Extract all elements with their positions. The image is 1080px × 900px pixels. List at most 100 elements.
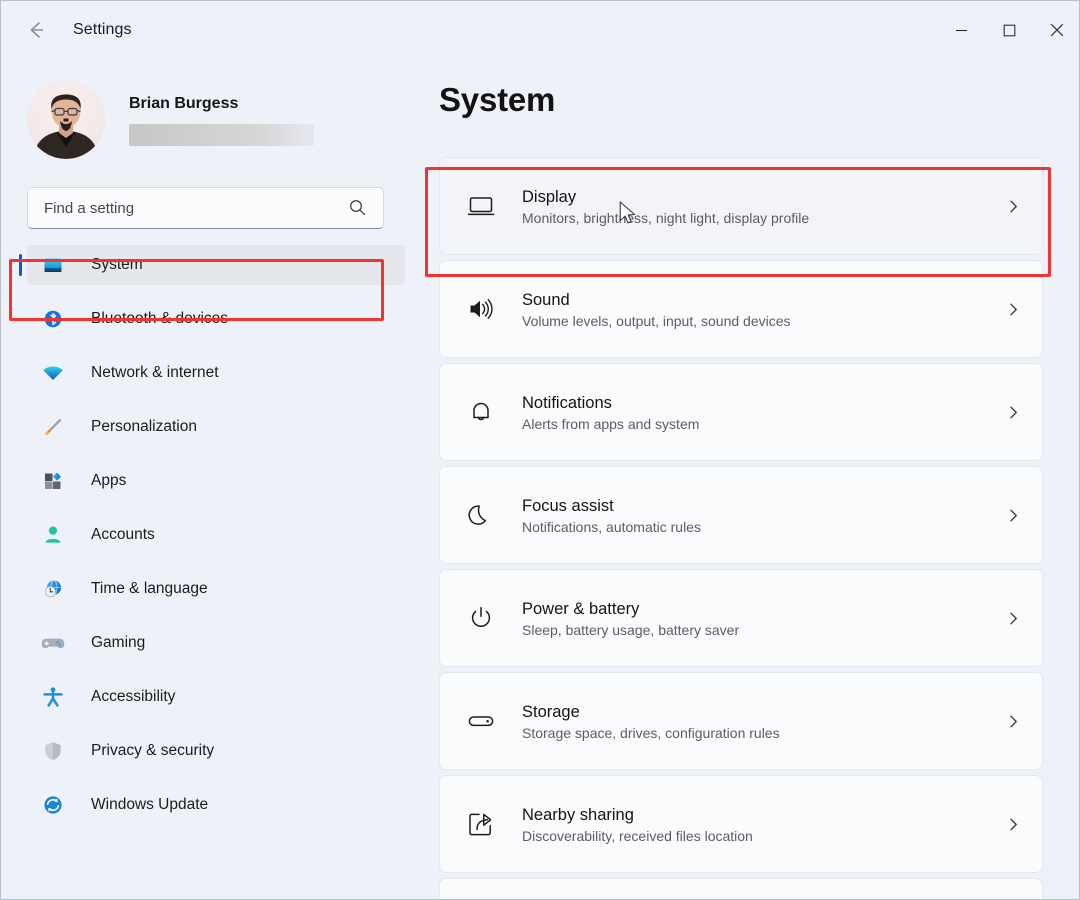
maximize-button[interactable] [985, 6, 1033, 54]
sidebar-item-accessibility[interactable]: Accessibility [27, 677, 405, 717]
power-icon [462, 599, 500, 637]
chevron-right-icon [1000, 199, 1026, 214]
profile-email-redacted [129, 124, 314, 146]
apps-icon [41, 469, 65, 493]
card-text: Notifications Alerts from apps and syste… [522, 392, 1000, 432]
card-subtitle: Storage space, drives, configuration rul… [522, 725, 1000, 741]
gamepad-icon [41, 631, 65, 655]
maximize-icon [1003, 24, 1016, 37]
sidebar-item-label: Privacy & security [91, 742, 214, 760]
search-input[interactable] [28, 188, 328, 228]
card-focus-assist[interactable]: Focus assist Notifications, automatic ru… [439, 466, 1043, 564]
sidebar-item-system[interactable]: System [27, 245, 405, 285]
sidebar-item-label: Accessibility [91, 688, 175, 706]
card-title: Notifications [522, 392, 1000, 414]
bell-icon [462, 393, 500, 431]
card-subtitle: Monitors, brightness, night light, displ… [522, 210, 1000, 226]
sync-icon [41, 793, 65, 817]
sidebar-item-label: Network & internet [91, 364, 219, 382]
clock-globe-icon [41, 577, 65, 601]
window-controls [937, 6, 1080, 54]
card-title: Focus assist [522, 495, 1000, 517]
chevron-right-icon [1000, 817, 1026, 832]
card-subtitle: Alerts from apps and system [522, 416, 1000, 432]
card-subtitle: Notifications, automatic rules [522, 519, 1000, 535]
profile-text: Brian Burgess [129, 95, 314, 146]
sidebar-item-label: Bluetooth & devices [91, 310, 228, 328]
settings-window: Settings [0, 0, 1080, 900]
settings-card-list: Display Monitors, brightness, night ligh… [439, 157, 1043, 900]
accessibility-icon [41, 685, 65, 709]
title-bar: Settings [1, 1, 1080, 59]
sidebar-item-bluetooth-devices[interactable]: Bluetooth & devices [27, 299, 405, 339]
card-text: Storage Storage space, drives, configura… [522, 701, 1000, 741]
card-subtitle: Volume levels, output, input, sound devi… [522, 313, 1000, 329]
card-text: Power & battery Sleep, battery usage, ba… [522, 598, 1000, 638]
card-power-battery[interactable]: Power & battery Sleep, battery usage, ba… [439, 569, 1043, 667]
card-text: Focus assist Notifications, automatic ru… [522, 495, 1000, 535]
card-text: Sound Volume levels, output, input, soun… [522, 289, 1000, 329]
card-partial-next[interactable] [439, 878, 1043, 900]
card-subtitle: Sleep, battery usage, battery saver [522, 622, 1000, 638]
sidebar-item-label: Accounts [91, 526, 155, 544]
speaker-icon [462, 290, 500, 328]
sidebar-item-accounts[interactable]: Accounts [27, 515, 405, 555]
card-display[interactable]: Display Monitors, brightness, night ligh… [439, 157, 1043, 255]
share-icon [462, 805, 500, 843]
sidebar-item-apps[interactable]: Apps [27, 461, 405, 501]
avatar-photo [27, 81, 105, 159]
bluetooth-icon [41, 307, 65, 331]
sidebar-item-personalization[interactable]: Personalization [27, 407, 405, 447]
monitor-icon [41, 253, 65, 277]
user-profile[interactable]: Brian Burgess [27, 81, 421, 159]
sidebar-item-gaming[interactable]: Gaming [27, 623, 405, 663]
paintbrush-icon [41, 415, 65, 439]
shield-icon [41, 739, 65, 763]
back-button[interactable] [19, 13, 53, 47]
card-notifications[interactable]: Notifications Alerts from apps and syste… [439, 363, 1043, 461]
card-title: Power & battery [522, 598, 1000, 620]
main-content: System Display Monitors, brightness, nig… [421, 59, 1080, 900]
search-box[interactable] [27, 187, 384, 229]
sidebar-item-label: Gaming [91, 634, 145, 652]
page-title: System [439, 81, 1080, 119]
sidebar-item-windows-update[interactable]: Windows Update [27, 785, 405, 825]
monitor-outline-icon [462, 187, 500, 225]
card-title: Storage [522, 701, 1000, 723]
sidebar-item-label: Windows Update [91, 796, 208, 814]
sidebar-item-label: Personalization [91, 418, 197, 436]
chevron-right-icon [1000, 508, 1026, 523]
sidebar-item-label: Apps [91, 472, 126, 490]
sidebar-item-time-language[interactable]: Time & language [27, 569, 405, 609]
drive-icon [462, 702, 500, 740]
chevron-right-icon [1000, 405, 1026, 420]
card-text: Display Monitors, brightness, night ligh… [522, 186, 1000, 226]
moon-icon [462, 496, 500, 534]
card-title: Nearby sharing [522, 804, 1000, 826]
window-title: Settings [73, 21, 132, 39]
card-nearby-sharing[interactable]: Nearby sharing Discoverability, received… [439, 775, 1043, 873]
card-storage[interactable]: Storage Storage space, drives, configura… [439, 672, 1043, 770]
sidebar-item-label: Time & language [91, 580, 208, 598]
chevron-right-icon [1000, 714, 1026, 729]
back-arrow-icon [25, 19, 47, 41]
chevron-right-icon [1000, 611, 1026, 626]
close-icon [1050, 23, 1064, 37]
sidebar-item-label: System [91, 256, 143, 274]
sidebar-nav: System Bluetooth & devices [1, 245, 421, 825]
person-icon [41, 523, 65, 547]
sidebar: Brian Burgess [1, 59, 421, 900]
card-subtitle: Discoverability, received files location [522, 828, 1000, 844]
wifi-icon [41, 361, 65, 385]
profile-name: Brian Burgess [129, 95, 314, 113]
minimize-icon [955, 24, 968, 37]
sidebar-item-privacy-security[interactable]: Privacy & security [27, 731, 405, 771]
card-sound[interactable]: Sound Volume levels, output, input, soun… [439, 260, 1043, 358]
minimize-button[interactable] [937, 6, 985, 54]
card-title: Display [522, 186, 1000, 208]
search-icon [349, 199, 366, 221]
close-button[interactable] [1033, 6, 1080, 54]
card-title: Sound [522, 289, 1000, 311]
sidebar-item-network-internet[interactable]: Network & internet [27, 353, 405, 393]
avatar [27, 81, 105, 159]
